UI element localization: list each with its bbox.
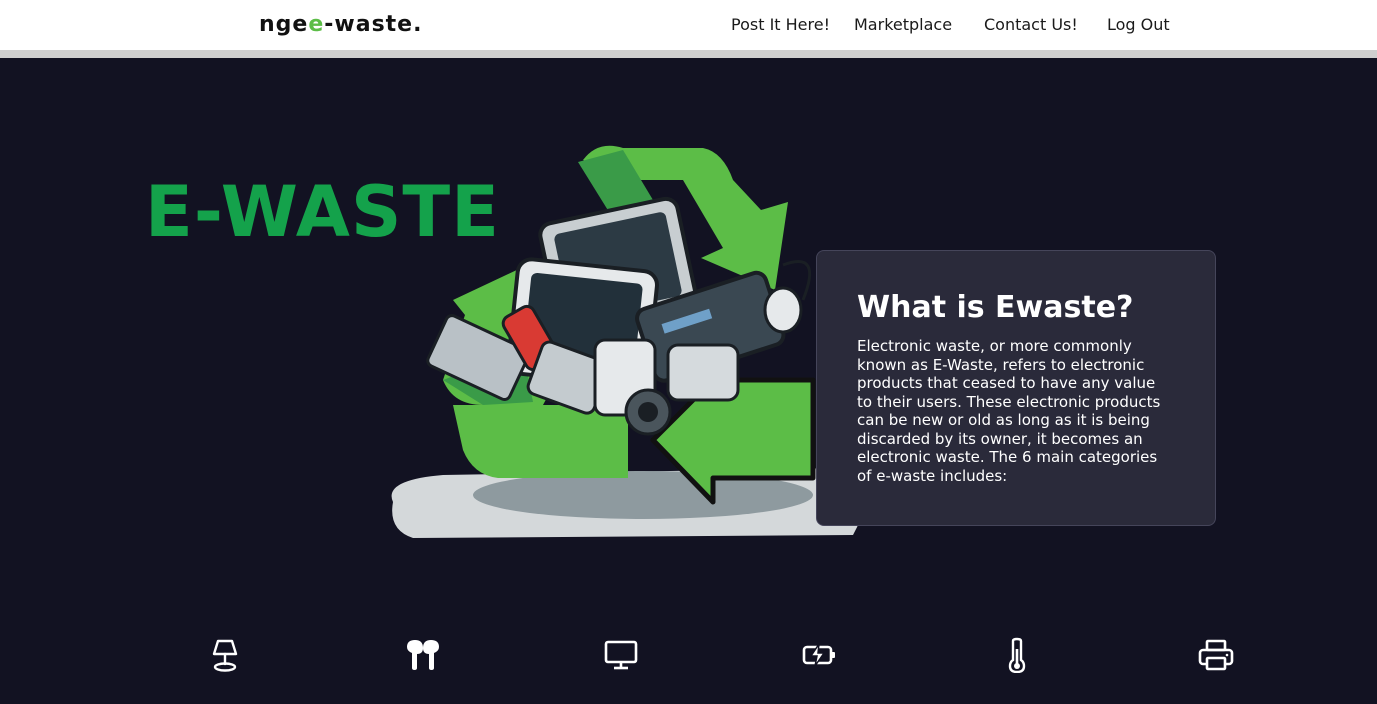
header-divider xyxy=(0,50,1377,58)
card-body-text: Electronic waste, or more commonly known… xyxy=(857,337,1161,485)
site-logo[interactable]: ngee-waste. xyxy=(259,12,422,37)
printer-icon[interactable] xyxy=(1196,637,1236,673)
logo-text-end: -waste. xyxy=(324,12,423,37)
earbuds-icon[interactable] xyxy=(403,637,443,673)
lamp-icon[interactable] xyxy=(205,637,245,673)
battery-charging-icon[interactable] xyxy=(799,637,839,673)
card-heading: What is Ewaste? xyxy=(857,290,1134,325)
monitor-icon[interactable] xyxy=(601,637,641,673)
logo-accent-letter: e xyxy=(308,12,325,37)
recycle-electronics-illustration xyxy=(383,140,883,544)
what-is-ewaste-card: What is Ewaste? Electronic waste, or mor… xyxy=(816,250,1216,526)
nav-contact-us-link[interactable]: Contact Us! xyxy=(984,15,1078,34)
nav-marketplace-link[interactable]: Marketplace xyxy=(854,15,952,34)
logo-text-start: nge xyxy=(259,12,309,37)
top-navbar: ngee-waste. Post It Here! Marketplace Co… xyxy=(0,0,1377,50)
thermometer-icon[interactable] xyxy=(997,637,1037,673)
nav-post-it-here-link[interactable]: Post It Here! xyxy=(731,15,830,34)
nav-log-out-link[interactable]: Log Out xyxy=(1107,15,1170,34)
